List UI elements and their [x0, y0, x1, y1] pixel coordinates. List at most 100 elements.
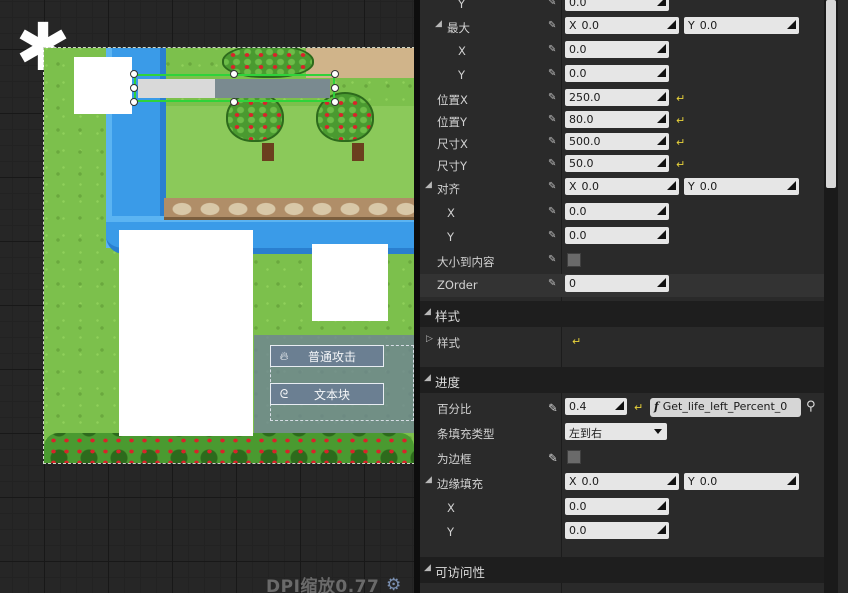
numeric-field[interactable]: 80.0	[565, 111, 669, 128]
border-padding-y-field[interactable]: Y 0.0	[684, 473, 799, 490]
fill-type-dropdown[interactable]: 左到右	[565, 423, 667, 440]
property-label: X	[447, 206, 455, 220]
search-icon[interactable]: ⚲	[806, 399, 816, 414]
border-padding-x-field[interactable]: X 0.0	[565, 473, 679, 490]
property-row: 尺寸X ✎ 500.0 ↵	[420, 132, 838, 155]
numeric-field[interactable]: 0	[565, 275, 669, 292]
reset-arrow-icon[interactable]: ↵	[676, 114, 685, 127]
property-row: 位置Y ✎ 80.0 ↵	[420, 110, 838, 133]
binding-icon[interactable]: ✎	[548, 44, 560, 56]
property-label: Y	[458, 0, 466, 11]
binding-icon[interactable]: ✎	[548, 451, 560, 465]
binding-icon[interactable]: ✎	[548, 206, 560, 218]
reset-arrow-icon[interactable]: ↵	[676, 136, 685, 149]
numeric-field[interactable]: 0.0	[565, 65, 669, 82]
resize-handle[interactable]	[230, 98, 238, 106]
collapse-arrow-icon[interactable]: ◢	[425, 180, 432, 190]
image-widget[interactable]	[312, 244, 388, 321]
binding-icon[interactable]: ✎	[548, 181, 560, 193]
collapse-arrow-icon: ◢	[424, 373, 431, 383]
progress-fill	[138, 79, 215, 98]
binding-icon[interactable]: ✎	[548, 0, 560, 9]
grass-plateau	[164, 106, 414, 206]
binding-icon[interactable]: ✎	[548, 278, 560, 290]
binding-icon[interactable]: ✎	[548, 20, 560, 32]
x-field[interactable]: X 0.0	[565, 17, 679, 34]
section-progress[interactable]: ◢ 进度	[420, 367, 838, 393]
resize-handle[interactable]	[130, 98, 138, 106]
section-accessibility[interactable]: ◢ 可访问性	[420, 557, 838, 583]
collapse-arrow-icon: ◢	[424, 563, 431, 573]
binding-icon[interactable]: ✎	[548, 92, 560, 104]
image-widget[interactable]	[119, 230, 253, 436]
property-row: Y ✎ 0.0	[420, 0, 838, 16]
property-label: 最大	[447, 21, 470, 35]
y-field[interactable]: Y 0.0	[684, 178, 799, 195]
border-padding-row: ◢ 边缘填充 X 0.0 Y 0.0	[420, 472, 838, 495]
binding-icon[interactable]: ✎	[548, 68, 560, 80]
size-to-content-checkbox[interactable]	[567, 253, 581, 267]
property-row: X ✎ 0.0	[420, 202, 838, 225]
binding-icon[interactable]: ✎	[548, 158, 560, 170]
numeric-field[interactable]: 0.0	[565, 0, 669, 11]
fill-type-row: 条填充类型 左到右	[420, 422, 838, 445]
binding-icon[interactable]: ✎	[548, 254, 560, 266]
resize-handle[interactable]	[130, 84, 138, 92]
style-row[interactable]: ▷ 样式 ↵	[420, 331, 838, 354]
resize-handle[interactable]	[331, 70, 339, 78]
property-label: 位置X	[437, 93, 468, 107]
numeric-field[interactable]: 0.0	[565, 227, 669, 244]
numeric-field[interactable]: 500.0	[565, 133, 669, 150]
section-style[interactable]: ◢ 样式	[420, 301, 838, 327]
collapse-arrow-icon[interactable]: ◢	[435, 19, 442, 29]
property-row: X ✎ 0.0	[420, 40, 838, 63]
reset-arrow-icon[interactable]: ↵	[676, 158, 685, 171]
button-label: 普通攻击	[307, 349, 356, 364]
swirl-icon: ᘓ	[279, 386, 289, 401]
details-panel: Y ✎ 0.0 ◢ 最大 ✎ X 0.0 Y 0.0 X ✎ 0.0 Y ✎ 0.0 位置X ✎ 250.0 ↵ 位置Y…	[420, 0, 848, 593]
property-row: ZOrder ✎ 0	[420, 274, 838, 297]
scrollbar-thumb[interactable]	[826, 0, 836, 188]
binding-icon[interactable]: ✎	[548, 230, 560, 242]
resize-handle[interactable]	[130, 70, 138, 78]
tree-trunk	[352, 143, 364, 161]
reset-arrow-icon[interactable]: ↵	[572, 335, 581, 348]
numeric-field[interactable]: 0.0	[565, 41, 669, 58]
is-marquee-row: 为边框 ✎	[420, 447, 838, 470]
property-label: X	[458, 44, 466, 58]
x-field[interactable]: X 0.0	[565, 178, 679, 195]
dpi-scale-label: DPI缩放0.77	[266, 577, 380, 593]
reset-arrow-icon[interactable]: ↵	[676, 92, 685, 105]
binding-icon[interactable]: ✎	[548, 114, 560, 126]
padding-x-field[interactable]: 0.0	[565, 498, 669, 515]
padding-y-row: Y 0.0	[420, 521, 838, 544]
property-label: Y	[447, 230, 455, 244]
button-label: 文本块	[313, 387, 350, 402]
numeric-field[interactable]: 250.0	[565, 89, 669, 106]
padding-y-field[interactable]: 0.0	[565, 522, 669, 539]
designer-viewport[interactable]: ✱ 🔥︎ 普通攻击 ᘓ 文本块 DPI缩放0.77 ⚙	[0, 0, 414, 593]
numeric-field[interactable]: 50.0	[565, 155, 669, 172]
numeric-field[interactable]: 0.0	[565, 203, 669, 220]
percent-field[interactable]: 0.4	[565, 398, 627, 415]
expand-arrow-icon: ▷	[426, 334, 433, 344]
normal-attack-button[interactable]: 🔥︎ 普通攻击	[270, 345, 384, 367]
binding-icon[interactable]: ✎	[548, 136, 560, 148]
settings-gear-icon[interactable]: ⚙	[386, 575, 401, 593]
resize-handle[interactable]	[230, 70, 238, 78]
reset-arrow-icon[interactable]: ↵	[634, 401, 643, 414]
bush-row	[44, 433, 414, 463]
image-widget[interactable]	[74, 57, 132, 114]
life-progress-bar[interactable]	[138, 79, 330, 98]
property-row: 尺寸Y ✎ 50.0 ↵	[420, 154, 838, 177]
property-label: 位置Y	[437, 115, 468, 129]
chevron-down-icon	[654, 429, 662, 434]
resize-handle[interactable]	[331, 84, 339, 92]
is-marquee-checkbox[interactable]	[567, 450, 581, 464]
binding-icon[interactable]: ✎	[548, 401, 560, 415]
y-field[interactable]: Y 0.0	[684, 17, 799, 34]
resize-handle[interactable]	[331, 98, 339, 106]
game-preview-canvas: 🔥︎ 普通攻击 ᘓ 文本块	[43, 47, 414, 464]
binding-function-dropdown[interactable]: f Get_life_left_Percent_0	[650, 398, 801, 417]
text-block-button[interactable]: ᘓ 文本块	[270, 383, 384, 405]
